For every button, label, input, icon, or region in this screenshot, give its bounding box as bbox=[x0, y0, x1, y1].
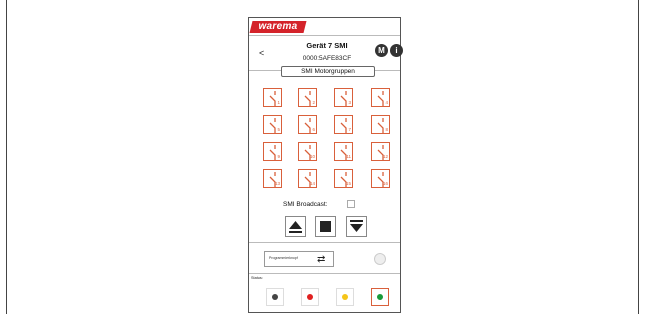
motor-group-button[interactable]: 16 bbox=[371, 169, 390, 188]
motor-icon bbox=[340, 172, 347, 187]
motor-group-button[interactable]: 8 bbox=[371, 115, 390, 134]
up-button[interactable] bbox=[285, 216, 306, 237]
program-toggle[interactable] bbox=[374, 253, 386, 265]
motor-group-button[interactable]: 12 bbox=[371, 142, 390, 161]
tab-smi-motorgruppen[interactable]: SMI Motorgruppen bbox=[281, 66, 375, 77]
warema-logo: warema bbox=[249, 21, 307, 33]
motor-group-button[interactable]: 15 bbox=[334, 169, 353, 188]
motor-group-button[interactable]: 9 bbox=[263, 142, 282, 161]
led-dot bbox=[272, 294, 278, 300]
motor-icon bbox=[377, 172, 384, 187]
led-dot bbox=[342, 294, 348, 300]
swap-arrows-icon: ⇄ bbox=[317, 254, 326, 265]
motor-number: 2 bbox=[312, 100, 315, 105]
motor-number: 7 bbox=[348, 127, 351, 132]
motor-number: 14 bbox=[309, 181, 315, 186]
status-led-yellow[interactable] bbox=[336, 288, 354, 306]
status-divider bbox=[249, 273, 400, 274]
stop-button[interactable] bbox=[315, 216, 336, 237]
motor-group-button[interactable]: 11 bbox=[334, 142, 353, 161]
motor-number: 10 bbox=[309, 154, 315, 159]
motor-icon bbox=[269, 118, 276, 133]
motor-number: 4 bbox=[385, 100, 388, 105]
mode-button[interactable]: M bbox=[375, 44, 388, 57]
stop-icon bbox=[320, 221, 331, 232]
status-led-red[interactable] bbox=[301, 288, 319, 306]
led-dot bbox=[307, 294, 313, 300]
motor-icon bbox=[269, 172, 276, 187]
motor-icon bbox=[377, 91, 384, 106]
motor-icon bbox=[377, 118, 384, 133]
motor-group-button[interactable]: 4 bbox=[371, 88, 390, 107]
motor-group-button[interactable]: 2 bbox=[298, 88, 317, 107]
down-button[interactable] bbox=[346, 216, 367, 237]
motor-icon bbox=[304, 145, 311, 160]
motor-icon bbox=[304, 91, 311, 106]
motor-icon bbox=[340, 145, 347, 160]
motor-number: 3 bbox=[348, 100, 351, 105]
led-dot bbox=[377, 294, 383, 300]
motor-number: 9 bbox=[277, 154, 280, 159]
motor-number: 11 bbox=[346, 154, 351, 159]
down-icon bbox=[350, 220, 363, 232]
motor-icon bbox=[269, 145, 276, 160]
status-led-green[interactable] bbox=[371, 288, 389, 306]
motor-number: 8 bbox=[385, 127, 388, 132]
motor-group-button[interactable]: 7 bbox=[334, 115, 353, 134]
status-led-gray[interactable] bbox=[266, 288, 284, 306]
motor-icon bbox=[304, 172, 311, 187]
app-window: warema < Gerät 7 SMI 0000:5AFE83CF M i S… bbox=[248, 17, 403, 313]
motor-icon bbox=[304, 118, 311, 133]
motor-icon bbox=[377, 145, 384, 160]
motor-number: 12 bbox=[382, 154, 388, 159]
section-divider bbox=[249, 242, 400, 243]
back-button[interactable]: < bbox=[259, 48, 264, 58]
header-divider bbox=[249, 35, 400, 36]
motor-number: 15 bbox=[345, 181, 351, 186]
motor-group-button[interactable]: 3 bbox=[334, 88, 353, 107]
motor-group-button[interactable]: 14 bbox=[298, 169, 317, 188]
motor-number: 6 bbox=[312, 127, 315, 132]
motor-icon bbox=[340, 91, 347, 106]
program-label: Programmierknopf bbox=[269, 256, 298, 260]
status-label: Status: bbox=[251, 276, 263, 280]
motor-number: 13 bbox=[274, 181, 280, 186]
motor-group-button[interactable]: 5 bbox=[263, 115, 282, 134]
motor-group-button[interactable]: 6 bbox=[298, 115, 317, 134]
motor-icon bbox=[340, 118, 347, 133]
up-icon bbox=[289, 221, 302, 233]
program-button[interactable]: Programmierknopf ⇄ bbox=[264, 251, 334, 267]
motor-number: 5 bbox=[277, 127, 280, 132]
info-button[interactable]: i bbox=[390, 44, 403, 57]
motor-group-button[interactable]: 13 bbox=[263, 169, 282, 188]
device-title: Gerät 7 SMI bbox=[306, 41, 348, 50]
broadcast-label: SMI Broadcast: bbox=[283, 201, 328, 208]
motor-number: 1 bbox=[277, 100, 280, 105]
motor-icon bbox=[269, 91, 276, 106]
motor-group-button[interactable]: 1 bbox=[263, 88, 282, 107]
motor-group-button[interactable]: 10 bbox=[298, 142, 317, 161]
motor-number: 16 bbox=[382, 181, 388, 186]
broadcast-checkbox[interactable] bbox=[347, 200, 355, 208]
device-serial: 0000:5AFE83CF bbox=[302, 55, 352, 62]
